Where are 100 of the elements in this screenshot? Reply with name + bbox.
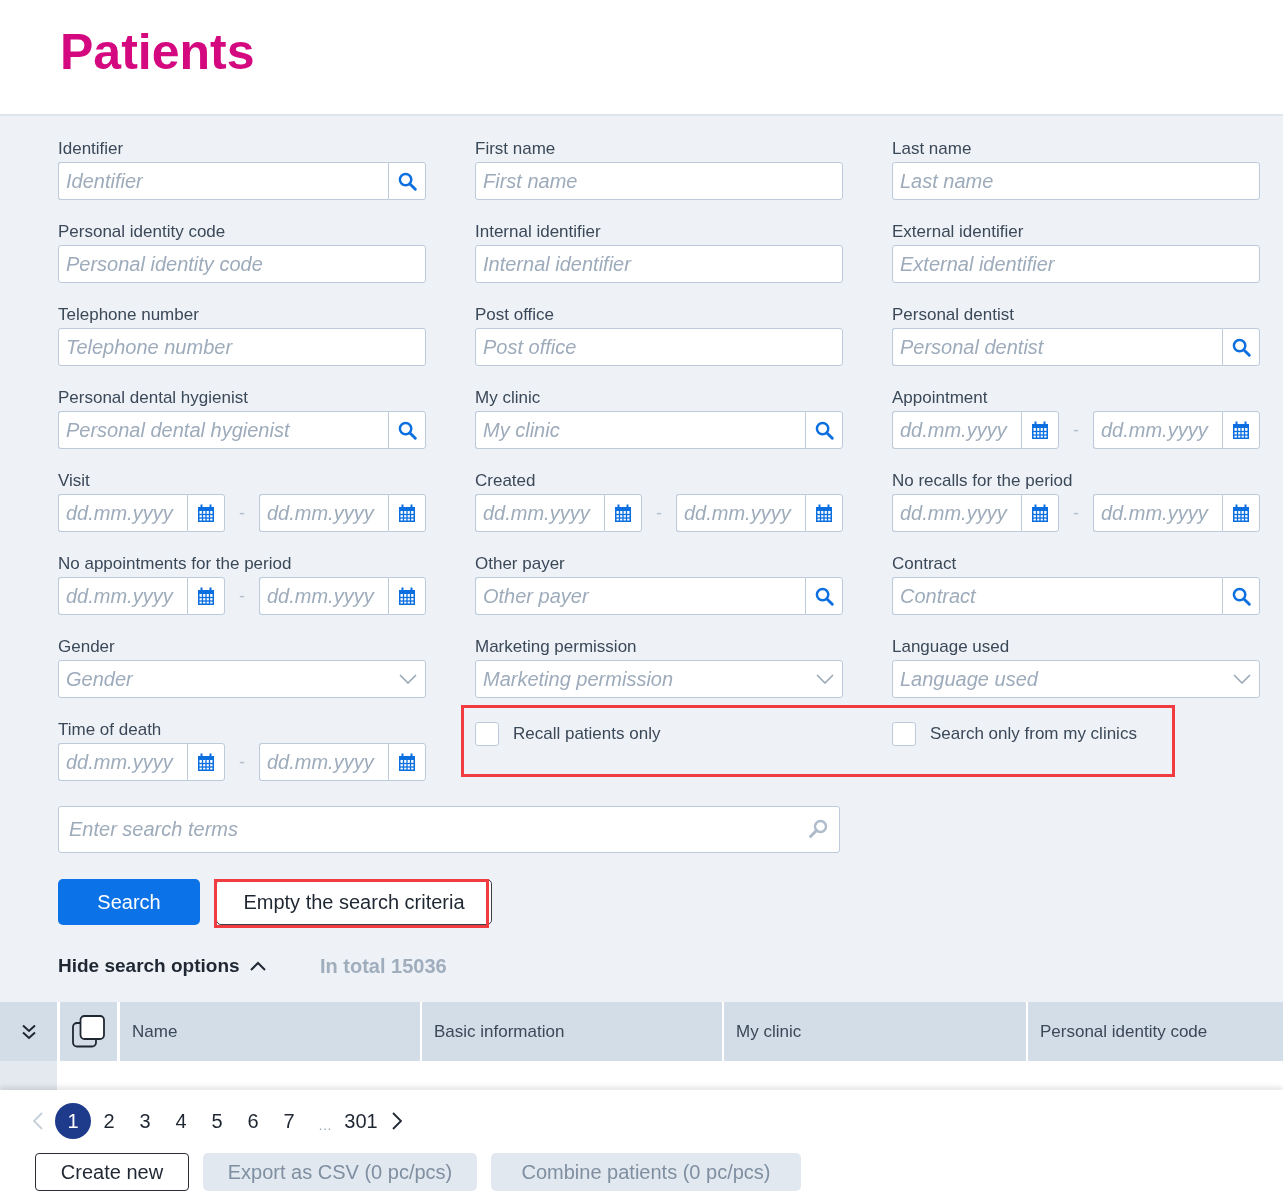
calendar-button[interactable]: [388, 494, 426, 532]
field-label: Marketing permission: [475, 637, 637, 657]
calendar-button[interactable]: [1021, 411, 1059, 449]
field-label: External identifier: [892, 222, 1024, 242]
field-label: First name: [475, 139, 556, 159]
lookup-button[interactable]: [1222, 328, 1260, 366]
select-field[interactable]: Language used: [892, 660, 1260, 698]
calendar-button[interactable]: [604, 494, 642, 532]
field-label: Identifier: [58, 139, 124, 159]
calendar-icon: [1232, 504, 1250, 522]
calendar-button[interactable]: [187, 743, 225, 781]
date-field[interactable]: dd.mm.yyyy: [892, 494, 1021, 532]
input-field[interactable]: Identifier: [58, 162, 388, 200]
page-button[interactable]: 7: [271, 1103, 307, 1139]
search-button[interactable]: Search: [58, 879, 200, 925]
checkbox[interactable]: [475, 722, 499, 746]
date-field[interactable]: dd.mm.yyyy: [259, 494, 388, 532]
checkbox[interactable]: [892, 722, 916, 746]
checkbox-label: Search only from my clinics: [930, 723, 1137, 746]
input-field[interactable]: Personal dental hygienist: [58, 411, 388, 449]
date-field[interactable]: dd.mm.yyyy: [1093, 494, 1222, 532]
range-separator: -: [239, 501, 245, 525]
calendar-icon: [815, 504, 833, 522]
field-label: Gender: [58, 637, 115, 657]
field-label: Time of death: [58, 720, 162, 740]
input-field[interactable]: Contract: [892, 577, 1222, 615]
chevron-down-icon: [816, 674, 834, 684]
calendar-icon: [197, 587, 215, 605]
page-ellipsis: …: [318, 1117, 332, 1133]
date-field[interactable]: dd.mm.yyyy: [1093, 411, 1222, 449]
footer-button[interactable]: Create new: [35, 1153, 189, 1191]
date-field[interactable]: dd.mm.yyyy: [259, 743, 388, 781]
page-button[interactable]: 2: [91, 1103, 127, 1139]
range-separator: -: [1073, 418, 1079, 442]
search-icon: [814, 420, 834, 440]
lookup-button[interactable]: [388, 162, 426, 200]
input-field[interactable]: Telephone number: [58, 328, 426, 366]
select-field[interactable]: Marketing permission: [475, 660, 843, 698]
page-button[interactable]: 301: [343, 1103, 379, 1139]
input-field[interactable]: External identifier: [892, 245, 1260, 283]
field-label: Internal identifier: [475, 222, 601, 242]
input-field[interactable]: Last name: [892, 162, 1260, 200]
calendar-button[interactable]: [388, 743, 426, 781]
page-button[interactable]: 4: [163, 1103, 199, 1139]
calendar-icon: [614, 504, 632, 522]
lookup-button[interactable]: [805, 411, 843, 449]
search-icon: [397, 420, 417, 440]
page-button[interactable]: 3: [127, 1103, 163, 1139]
field-label: Language used: [892, 637, 1010, 657]
stacked-squares-icon[interactable]: [72, 1015, 105, 1048]
page-title: Patients: [60, 24, 255, 80]
calendar-icon: [398, 504, 416, 522]
search-field[interactable]: Enter search terms: [58, 806, 840, 853]
date-field[interactable]: dd.mm.yyyy: [676, 494, 805, 532]
search-icon: [808, 819, 828, 839]
chevron-down-icon: [1233, 674, 1251, 684]
input-field[interactable]: Personal identity code: [58, 245, 426, 283]
lookup-button[interactable]: [388, 411, 426, 449]
page-button[interactable]: 5: [199, 1103, 235, 1139]
input-field[interactable]: First name: [475, 162, 843, 200]
range-separator: -: [1073, 501, 1079, 525]
lookup-button[interactable]: [805, 577, 843, 615]
field-label: Appointment: [892, 388, 988, 408]
lookup-button[interactable]: [1222, 577, 1260, 615]
field-label: Last name: [892, 139, 972, 159]
calendar-icon: [1031, 421, 1049, 439]
calendar-button[interactable]: [1222, 494, 1260, 532]
calendar-button[interactable]: [1222, 411, 1260, 449]
page-button[interactable]: 6: [235, 1103, 271, 1139]
select-field[interactable]: Gender: [58, 660, 426, 698]
date-field[interactable]: dd.mm.yyyy: [475, 494, 604, 532]
field-label: Contract: [892, 554, 957, 574]
input-field[interactable]: Internal identifier: [475, 245, 843, 283]
calendar-button[interactable]: [1021, 494, 1059, 532]
calendar-button[interactable]: [187, 577, 225, 615]
input-field[interactable]: Post office: [475, 328, 843, 366]
input-field[interactable]: My clinic: [475, 411, 805, 449]
calendar-button[interactable]: [187, 494, 225, 532]
chevron-right-icon[interactable]: [392, 1112, 402, 1130]
field-label: Personal dental hygienist: [58, 388, 248, 408]
date-field[interactable]: dd.mm.yyyy: [58, 494, 187, 532]
calendar-button[interactable]: [388, 577, 426, 615]
input-field[interactable]: Other payer: [475, 577, 805, 615]
page-button[interactable]: 1: [55, 1103, 91, 1139]
row-gutter: [0, 1061, 57, 1090]
field-label: Visit: [58, 471, 90, 491]
date-field[interactable]: dd.mm.yyyy: [259, 577, 388, 615]
checkbox-label: Recall patients only: [513, 723, 661, 746]
input-field[interactable]: Personal dentist: [892, 328, 1222, 366]
field-label: Other payer: [475, 554, 565, 574]
calendar-icon: [197, 753, 215, 771]
date-field[interactable]: dd.mm.yyyy: [58, 577, 187, 615]
options-toggle[interactable]: Hide search options: [58, 951, 266, 981]
search-icon: [814, 586, 834, 606]
calendar-button[interactable]: [805, 494, 843, 532]
date-field[interactable]: dd.mm.yyyy: [58, 743, 187, 781]
field-label: Telephone number: [58, 305, 199, 325]
double-chevron-down-icon[interactable]: [21, 1023, 36, 1040]
chevron-down-icon: [399, 674, 417, 684]
date-field[interactable]: dd.mm.yyyy: [892, 411, 1021, 449]
